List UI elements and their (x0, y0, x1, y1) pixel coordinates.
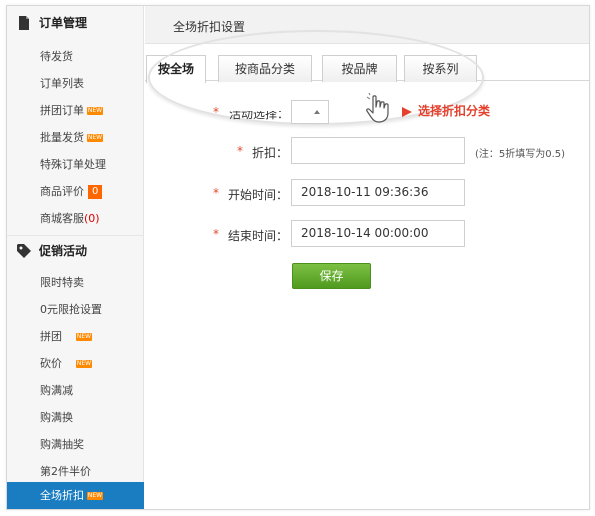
discount-input[interactable] (291, 137, 465, 164)
new-badge: NEW (87, 107, 103, 115)
tag-icon (17, 244, 31, 258)
start-time-label: 开始时间： (228, 188, 289, 202)
sidebar-item-label: 全场折扣 (40, 489, 84, 502)
sidebar-item-zero-price-grab[interactable]: 0元限抢设置 (7, 296, 144, 323)
required-star: * (213, 186, 219, 200)
tab-by-category[interactable]: 按商品分类 (218, 55, 312, 82)
sidebar-item-second-half-price[interactable]: 第2件半价 (7, 458, 144, 485)
sidebar-item-label: 购满减 (40, 384, 73, 397)
tab-by-brand[interactable]: 按品牌 (322, 55, 397, 82)
sidebar: 订单管理 待发货 订单列表 拼团订单 NEW 批量发货 NEW 特殊订单处理 商品评… (7, 6, 144, 509)
new-badge: NEW (87, 492, 103, 500)
sidebar-item-spend-exchange[interactable]: 购满换 (7, 404, 144, 431)
discount-note: (注：5折填写为0.5) (475, 149, 566, 160)
end-time-label: 结束时间： (228, 229, 289, 243)
document-icon (19, 16, 29, 30)
discount-label: 折扣： (252, 146, 289, 160)
sidebar-item-label: 拼团订单 (40, 104, 84, 117)
start-time-input[interactable]: 2018-10-11 09:36:36 (291, 179, 465, 206)
scope-row: * 活动选择： (145, 98, 589, 126)
tab-store-wide[interactable]: 按全场 (146, 55, 206, 83)
count-badge: 0 (88, 185, 103, 199)
sidebar-group-title: 促销活动 (39, 244, 88, 258)
sidebar-item-label: 购满换 (40, 411, 73, 424)
sidebar-item-bargain[interactable]: 砍价 NEW (7, 350, 144, 377)
save-button[interactable]: 保存 (292, 263, 371, 289)
sidebar-item-batch-shipment[interactable]: 批量发货 NEW (7, 124, 144, 151)
sidebar-item-store-wide-discount[interactable]: 全场折扣 NEW (7, 482, 144, 509)
scope-select[interactable] (291, 100, 329, 124)
sidebar-item-order-list[interactable]: 订单列表 (7, 70, 144, 97)
sidebar-item-label: 砍价 (40, 357, 62, 370)
sidebar-group-title: 订单管理 (39, 16, 88, 30)
count-text: (0) (84, 212, 100, 225)
sidebar-item-label: 限时特卖 (40, 276, 84, 289)
new-badge: NEW (87, 134, 103, 142)
sidebar-item-pending-shipment[interactable]: 待发货 (7, 43, 144, 70)
required-star: * (213, 105, 219, 119)
discount-row: * 折扣： (注：5折填写为0.5) (145, 137, 589, 165)
tab-by-series[interactable]: 按系列 (404, 55, 477, 82)
end-time-input[interactable]: 2018-10-14 00:00:00 (291, 220, 465, 247)
sidebar-item-label: 特殊订单处理 (40, 158, 106, 171)
sidebar-item-spend-lottery[interactable]: 购满抽奖 (7, 431, 144, 458)
sidebar-item-label: 订单列表 (40, 77, 84, 90)
sidebar-group-promotions[interactable]: 促销活动 (7, 236, 144, 266)
new-badge: NEW (76, 360, 92, 368)
scope-label: 活动选择： (229, 107, 290, 121)
sidebar-item-product-reviews[interactable]: 商品评价 0 (7, 178, 144, 205)
sidebar-item-flash-sale[interactable]: 限时特卖 (7, 269, 144, 296)
main-header: 全场折扣设置 (145, 6, 589, 44)
start-time-row: * 开始时间： 2018-10-11 09:36:36 (145, 179, 589, 207)
caret-up-icon (314, 110, 320, 114)
sidebar-item-label: 拼团 (40, 330, 62, 343)
sidebar-item-customer-service[interactable]: 商城客服(0) (7, 205, 144, 232)
required-star: * (237, 144, 243, 158)
sidebar-item-label: 待发货 (40, 50, 73, 63)
sidebar-item-label: 第2件半价 (40, 465, 91, 478)
sidebar-item-group-buy[interactable]: 拼团 NEW (7, 323, 144, 350)
app-frame: 订单管理 待发货 订单列表 拼团订单 NEW 批量发货 NEW 特殊订单处理 商品评… (6, 5, 590, 510)
sidebar-item-label: 商品评价 (40, 185, 84, 198)
sidebar-group-orders[interactable]: 订单管理 (7, 8, 144, 38)
sidebar-item-special-orders[interactable]: 特殊订单处理 (7, 151, 144, 178)
sidebar-item-label: 购满抽奖 (40, 438, 84, 451)
required-star: * (213, 227, 219, 241)
sidebar-item-group-buy-orders[interactable]: 拼团订单 NEW (7, 97, 144, 124)
new-badge: NEW (76, 333, 92, 341)
page-title: 全场折扣设置 (173, 20, 246, 34)
sidebar-item-label: 0元限抢设置 (40, 303, 102, 316)
sidebar-item-label: 商城客服 (40, 212, 84, 225)
sidebar-item-label: 批量发货 (40, 131, 84, 144)
end-time-row: * 结束时间： 2018-10-14 00:00:00 (145, 220, 589, 248)
sidebar-item-spend-reduce[interactable]: 购满减 (7, 377, 144, 404)
